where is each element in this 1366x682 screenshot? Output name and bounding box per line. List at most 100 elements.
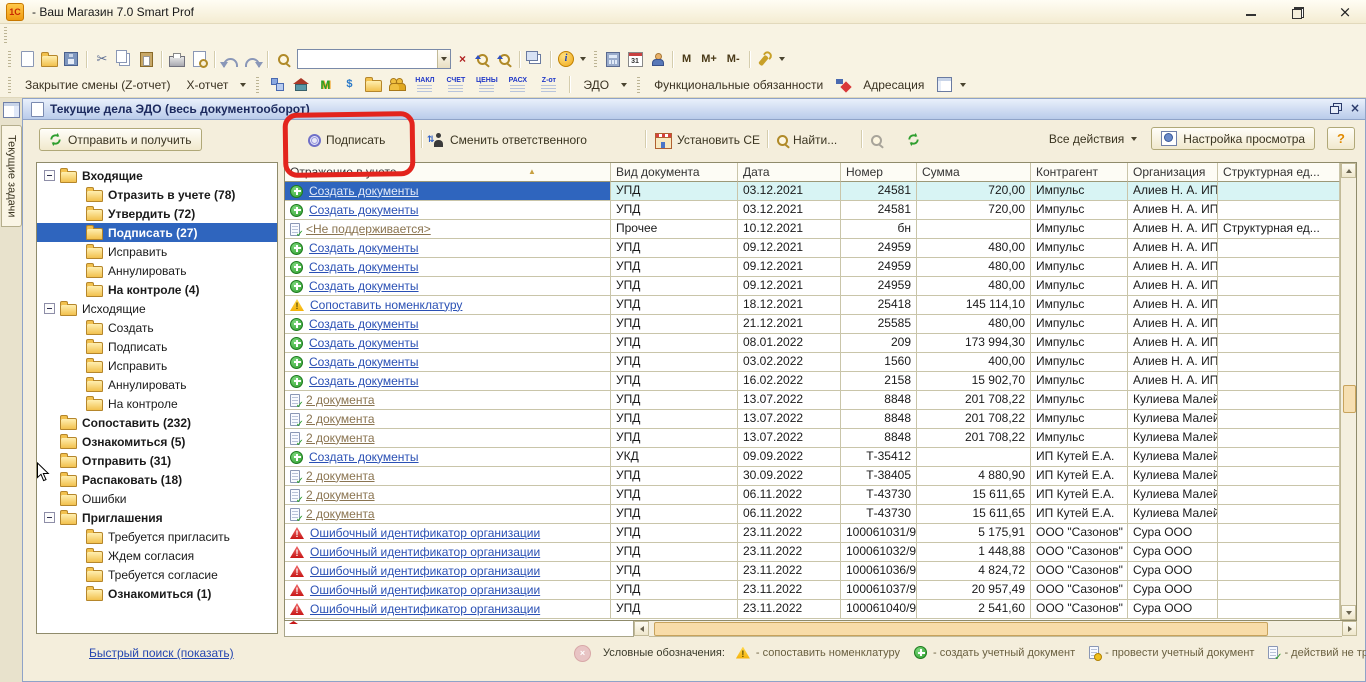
scroll-up-button[interactable] [1341, 163, 1356, 178]
redo-button[interactable] [242, 49, 262, 69]
edo-window-titlebar[interactable]: Текущие дела ЭДО (весь документооборот) … [23, 99, 1365, 120]
row-action-link[interactable]: Создать документы [309, 373, 419, 390]
column-header-doc-type[interactable]: Вид документа [611, 163, 738, 182]
doc-type-badge-button[interactable]: ЦЕНЫ [473, 77, 500, 93]
maximize-button[interactable] [1291, 5, 1305, 19]
scroll-right-button[interactable] [1342, 621, 1357, 636]
horizontal-scroll-thumb[interactable] [654, 622, 1268, 636]
column-header-date[interactable]: Дата [738, 163, 841, 182]
toolbar-grip[interactable] [8, 51, 11, 67]
toolbar-grip[interactable] [256, 77, 259, 93]
tree-item[interactable]: Исправить [37, 242, 277, 261]
table-row[interactable]: Создать документы УПД 21.12.2021 25585 4… [285, 315, 1340, 334]
folder-button[interactable] [363, 75, 383, 95]
tree-item[interactable]: Входящие [37, 166, 277, 185]
row-action-link[interactable]: 2 документа [306, 430, 375, 447]
dropdown-caret-icon[interactable] [240, 83, 246, 87]
all-actions-button[interactable]: Все действия [1049, 128, 1139, 150]
scroll-down-button[interactable] [1341, 605, 1356, 620]
minimize-button[interactable] [1244, 5, 1258, 19]
store-button[interactable] [291, 75, 311, 95]
table-row[interactable]: Создать документы УПД 03.12.2021 24581 7… [285, 201, 1340, 220]
row-action-link[interactable]: Создать документы [309, 278, 419, 295]
table-row[interactable]: 2 документа УПД 30.09.2022 Т-38405 4 880… [285, 467, 1340, 486]
row-action-link[interactable]: 2 документа [306, 411, 375, 428]
memory-plus-button[interactable]: М+ [697, 53, 721, 65]
tree-item[interactable]: Ждем согласия [37, 546, 277, 565]
horizontal-scrollbar[interactable] [284, 621, 1357, 637]
x-report-button[interactable]: X-отчет [180, 76, 234, 94]
row-action-link[interactable]: <Не поддерживается> [306, 221, 431, 238]
copy-button[interactable] [114, 49, 134, 69]
tree-item[interactable]: Ознакомиться (5) [37, 432, 277, 451]
quick-search-link[interactable]: Быстрый поиск (показать) [89, 646, 234, 660]
tree-expander-icon[interactable] [44, 512, 55, 523]
table-row[interactable]: Ошибочный идентификатор организации УПД … [285, 581, 1340, 600]
employees-button[interactable] [387, 75, 407, 95]
row-action-link[interactable]: Ошибочный идентификатор организации [310, 601, 540, 618]
column-header-sum[interactable]: Сумма [917, 163, 1031, 182]
window-list-button[interactable] [525, 49, 545, 69]
table-row[interactable]: Создать документы УПД 09.12.2021 24959 4… [285, 239, 1340, 258]
doc-type-badge-button[interactable]: СЧЕТ [442, 77, 469, 93]
find-next-button[interactable] [472, 49, 492, 69]
tree-item[interactable]: Отразить в учете (78) [37, 185, 277, 204]
tree-item[interactable]: Аннулировать [37, 375, 277, 394]
tree-item[interactable]: Исправить [37, 356, 277, 375]
cancel-search-button[interactable] [871, 129, 882, 151]
currency-button[interactable]: $ [339, 75, 359, 95]
close-button[interactable]: × [1338, 5, 1352, 19]
tree-item[interactable]: Ознакомиться (1) [37, 584, 277, 603]
tree-item[interactable]: Сопоставить (232) [37, 413, 277, 432]
table-row[interactable]: Ошибочный идентификатор организации УПД … [285, 562, 1340, 581]
toolbar-grip[interactable] [8, 77, 11, 93]
print-preview-button[interactable] [189, 49, 209, 69]
toolbar-grip[interactable] [594, 51, 597, 67]
row-action-link[interactable]: Создать документы [309, 259, 419, 276]
column-header-reflection[interactable]: Отражение в учете ▲ [285, 163, 611, 182]
column-header-number[interactable]: Номер [841, 163, 917, 182]
row-action-link[interactable]: Ошибочный идентификатор организации [310, 544, 540, 561]
table-row[interactable]: Создать документы УПД 09.12.2021 24959 4… [285, 258, 1340, 277]
search-combobox[interactable] [297, 49, 451, 69]
search-dropdown-button[interactable] [437, 50, 450, 68]
tree-item[interactable]: Приглашения [37, 508, 277, 527]
dropdown-caret-icon[interactable] [580, 57, 586, 61]
tree-item[interactable]: Аннулировать [37, 261, 277, 280]
new-document-button[interactable] [17, 49, 37, 69]
table-row[interactable]: Сопоставить номенклатуру УПД 18.12.2021 … [285, 296, 1340, 315]
table-row[interactable]: <Не поддерживается> Прочее 10.12.2021 бн… [285, 220, 1340, 239]
table-row[interactable]: 2 документа УПД 06.11.2022 Т-43730 15 61… [285, 505, 1340, 524]
row-action-link[interactable]: Сопоставить номенклатуру [310, 297, 462, 314]
tree-expander-icon[interactable] [44, 170, 55, 181]
table-row[interactable]: Ошибочный идентификатор организации УПД … [285, 524, 1340, 543]
row-action-link[interactable]: Ошибочный идентификатор организации [310, 525, 540, 542]
close-window-button[interactable]: × [1350, 102, 1360, 115]
clear-search-button[interactable]: × [455, 50, 470, 68]
tree-expander-icon[interactable] [44, 303, 55, 314]
row-action-link[interactable]: Создать документы [309, 449, 419, 466]
toolbar-grip[interactable] [637, 77, 640, 93]
row-action-link[interactable]: Ошибочный идентификатор организации [310, 582, 540, 599]
send-receive-button[interactable]: Отправить и получить [39, 128, 202, 151]
tree-item[interactable]: На контроле [37, 394, 277, 413]
tree-item[interactable]: Подписать (27) [37, 223, 277, 242]
memory-minus-button[interactable]: М- [723, 53, 744, 65]
tree-item[interactable]: На контроле (4) [37, 280, 277, 299]
horizontal-scroll-track[interactable] [649, 621, 1342, 637]
row-action-link[interactable]: Создать документы [309, 183, 419, 200]
info-button[interactable]: i [556, 49, 576, 69]
search-icon[interactable] [273, 49, 293, 69]
tree-item[interactable]: Отправить (31) [37, 451, 277, 470]
row-action-link[interactable]: Создать документы [309, 202, 419, 219]
find-previous-button[interactable] [494, 49, 514, 69]
user-button[interactable] [647, 49, 667, 69]
change-responsible-button[interactable]: ⇅ Сменить ответственного [431, 129, 587, 151]
calendar-button[interactable]: 31 [625, 49, 645, 69]
tree-item[interactable]: Распаковать (18) [37, 470, 277, 489]
addressing-button[interactable]: Адресация [857, 76, 930, 94]
table-row[interactable]: Ошибочный идентификатор организации УПД … [285, 600, 1340, 619]
restore-window-button[interactable] [1329, 102, 1342, 115]
column-header-counterparty[interactable]: Контрагент [1031, 163, 1128, 182]
tree-item[interactable]: Утвердить (72) [37, 204, 277, 223]
